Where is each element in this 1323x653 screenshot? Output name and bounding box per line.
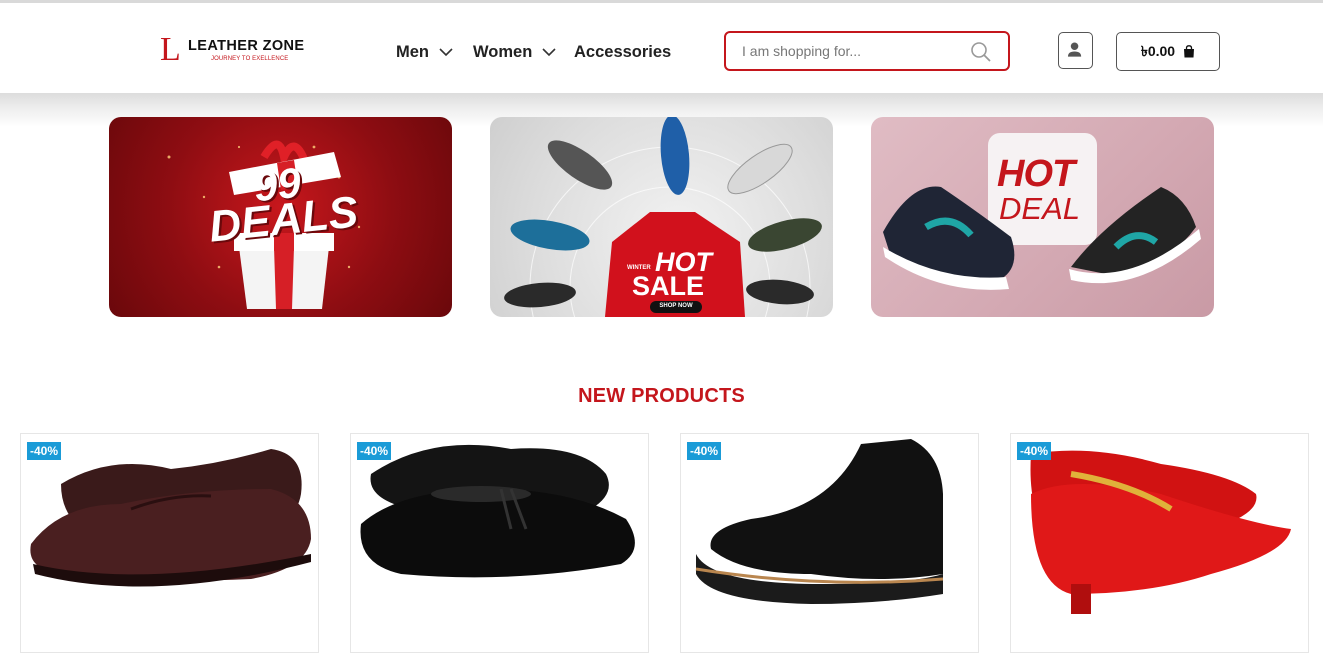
nav-item-label: Men [396,42,429,61]
chevron-down-icon [542,48,556,57]
product-card[interactable]: -40% [680,433,979,653]
discount-badge: -40% [1017,442,1052,460]
shopping-bag-icon [1184,45,1195,58]
product-image [360,444,635,578]
section-title: NEW PRODUCTS [578,385,745,407]
nav-item-label: Accessories [574,42,672,61]
cart-total: ৳0.00 [1140,42,1176,59]
product-card[interactable]: -40% [1010,433,1309,653]
search-box [724,31,1010,71]
discount-badge: -40% [687,442,722,460]
discount-badge: -40% [27,442,62,460]
brand-tagline: JOURNEY TO EXELLENCE [211,56,289,62]
search-input[interactable] [742,41,962,61]
nav-item-accessories[interactable]: Accessories [574,41,671,63]
nav-item-women[interactable]: Women [473,41,556,63]
banner-99-deals[interactable]: 99 DEALS [109,117,452,317]
brand-name: LEATHER ZONE [188,38,305,54]
product-image [1030,450,1291,614]
banner-hot-deal[interactable]: HOT DEAL [871,117,1214,317]
product-card[interactable]: -40% [20,433,319,653]
brand-logo[interactable]: L LEATHER ZONE JOURNEY TO EXELLENCE [160,33,310,69]
product-image [30,449,311,587]
discount-badge: -40% [357,442,392,460]
banner-hot-sale[interactable]: WINTER HOT SALE SHOP NOW [490,117,833,317]
account-button[interactable] [1058,32,1093,69]
shop-now-button[interactable]: SHOP NOW [650,303,702,309]
chevron-down-icon [439,48,453,57]
logo-mark: L [160,31,181,68]
nav-item-men[interactable]: Men [396,41,453,63]
search-icon[interactable] [970,41,992,63]
banner-deal-text: DEAL [999,191,1080,226]
cart-button[interactable]: ৳0.00 [1116,32,1220,71]
banner-sale-text: SALE [632,271,705,301]
nav-item-label: Women [473,42,533,61]
product-card[interactable]: -40% [350,433,649,653]
site-header: L LEATHER ZONE JOURNEY TO EXELLENCE Men … [0,3,1323,93]
user-icon [1067,42,1082,57]
banner-hot-text: HOT [997,153,1075,195]
product-image [695,439,944,604]
